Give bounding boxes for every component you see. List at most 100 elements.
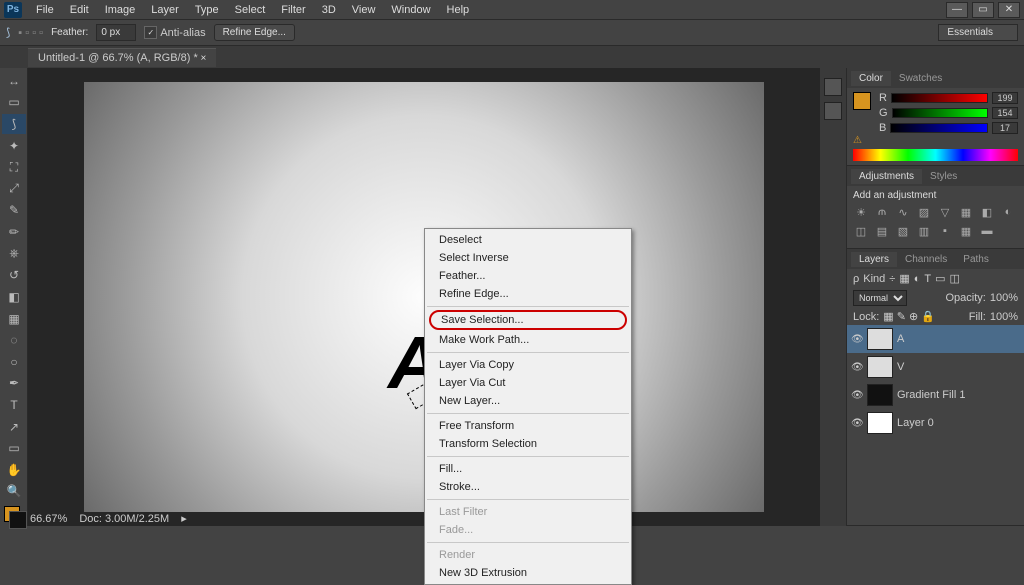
layer-row[interactable]: 👁 A — [847, 325, 1024, 353]
healing-tool[interactable]: ✎ — [2, 201, 26, 221]
invert-icon[interactable]: ▧ — [895, 225, 911, 239]
ctx-stroke[interactable]: Stroke... — [425, 478, 631, 496]
curves-icon[interactable]: ∿ — [895, 206, 911, 220]
r-slider[interactable] — [891, 93, 988, 103]
menu-view[interactable]: View — [344, 2, 384, 18]
b-value[interactable]: 17 — [992, 122, 1018, 134]
selective-icon[interactable]: ▦ — [958, 225, 974, 239]
shape-tool[interactable]: ▭ — [2, 438, 26, 458]
pen-tool[interactable]: ✒ — [2, 374, 26, 394]
filter-smart-icon[interactable]: ◫ — [950, 272, 960, 285]
feather-input[interactable] — [96, 24, 136, 41]
refine-edge-button[interactable]: Refine Edge... — [214, 24, 295, 41]
menu-layer[interactable]: Layer — [143, 2, 187, 18]
ctx-refine-edge[interactable]: Refine Edge... — [425, 285, 631, 303]
menu-select[interactable]: Select — [227, 2, 274, 18]
ctx-make-work-path[interactable]: Make Work Path... — [425, 331, 631, 349]
lookup-icon[interactable]: ▤ — [874, 225, 890, 239]
menu-edit[interactable]: Edit — [62, 2, 97, 18]
hue-icon[interactable]: ▦ — [958, 206, 974, 220]
menu-image[interactable]: Image — [97, 2, 144, 18]
filter-type-icon[interactable]: T — [924, 273, 931, 285]
dodge-tool[interactable]: ○ — [2, 352, 26, 372]
photofilter-icon[interactable]: ◐ — [1000, 206, 1016, 220]
tab-color[interactable]: Color — [851, 71, 891, 86]
ctx-select-inverse[interactable]: Select Inverse — [425, 249, 631, 267]
ctx-transform-selection[interactable]: Transform Selection — [425, 435, 631, 453]
mixer-icon[interactable]: ◫ — [853, 225, 869, 239]
levels-icon[interactable]: ⫙ — [874, 206, 890, 220]
menu-type[interactable]: Type — [187, 2, 227, 18]
tab-channels[interactable]: Channels — [897, 252, 955, 267]
ctx-fill[interactable]: Fill... — [425, 460, 631, 478]
visibility-icon[interactable]: 👁 — [851, 418, 863, 429]
opacity-value[interactable]: 100% — [990, 292, 1018, 304]
blend-mode-select[interactable]: Normal — [853, 290, 907, 306]
r-value[interactable]: 199 — [992, 92, 1018, 104]
filter-shape-icon[interactable]: ▭ — [935, 272, 945, 285]
chevron-right-icon[interactable]: ▸ — [181, 512, 187, 525]
fill-value[interactable]: 100% — [990, 311, 1018, 323]
lasso-tool[interactable]: ⟆ — [2, 114, 26, 134]
tab-adjustments[interactable]: Adjustments — [851, 169, 922, 184]
tab-paths[interactable]: Paths — [955, 252, 997, 267]
g-value[interactable]: 154 — [992, 107, 1018, 119]
threshold-icon[interactable]: ▪ — [937, 225, 953, 239]
posterize-icon[interactable]: ▥ — [916, 225, 932, 239]
color-swatch[interactable] — [4, 506, 20, 522]
stamp-tool[interactable]: ⎈ — [2, 244, 26, 264]
gradient-tool[interactable]: ▦ — [2, 309, 26, 329]
ctx-feather[interactable]: Feather... — [425, 267, 631, 285]
tab-styles[interactable]: Styles — [922, 169, 965, 184]
antialias-checkbox[interactable]: Anti-alias — [144, 26, 205, 39]
marquee-tool[interactable]: ▭ — [2, 93, 26, 113]
visibility-icon[interactable]: 👁 — [851, 390, 863, 401]
document-tab[interactable]: Untitled-1 @ 66.7% (A, RGB/8) * × — [28, 48, 216, 67]
ctx-layer-via-cut[interactable]: Layer Via Cut — [425, 374, 631, 392]
properties-panel-icon[interactable] — [824, 102, 842, 120]
vibrance-icon[interactable]: ▽ — [937, 206, 953, 220]
ctx-new-3d-extrusion[interactable]: New 3D Extrusion — [425, 564, 631, 582]
layer-row[interactable]: 👁 Gradient Fill 1 — [847, 381, 1024, 409]
brush-tool[interactable]: ✏ — [2, 222, 26, 242]
ctx-free-transform[interactable]: Free Transform — [425, 417, 631, 435]
tab-layers[interactable]: Layers — [851, 252, 897, 267]
menu-filter[interactable]: Filter — [273, 2, 313, 18]
ctx-deselect[interactable]: Deselect — [425, 231, 631, 249]
minimize-button[interactable]: — — [946, 2, 968, 18]
workspace-selector[interactable]: Essentials — [938, 24, 1018, 41]
exposure-icon[interactable]: ▨ — [916, 206, 932, 220]
history-brush-tool[interactable]: ↺ — [2, 265, 26, 285]
menu-help[interactable]: Help — [439, 2, 478, 18]
zoom-level[interactable]: 66.67% — [30, 513, 67, 525]
path-tool[interactable]: ↗ — [2, 417, 26, 437]
visibility-icon[interactable]: 👁 — [851, 334, 863, 345]
blur-tool[interactable]: ◌ — [2, 330, 26, 350]
foreground-color[interactable] — [853, 92, 871, 110]
color-spectrum[interactable] — [853, 149, 1018, 161]
brightness-icon[interactable]: ☀ — [853, 206, 869, 220]
bw-icon[interactable]: ◧ — [979, 206, 995, 220]
menu-window[interactable]: Window — [383, 2, 438, 18]
eyedropper-tool[interactable]: ⤢ — [2, 179, 26, 199]
zoom-tool[interactable]: 🔍 — [2, 482, 26, 502]
layer-row[interactable]: 👁 Layer 0 — [847, 409, 1024, 437]
wand-tool[interactable]: ✦ — [2, 136, 26, 156]
type-tool[interactable]: T — [2, 395, 26, 415]
menu-3d[interactable]: 3D — [314, 2, 344, 18]
menu-file[interactable]: File — [28, 2, 62, 18]
filter-pixel-icon[interactable]: ▦ — [899, 272, 909, 285]
ctx-save-selection[interactable]: Save Selection... — [429, 310, 627, 330]
eraser-tool[interactable]: ◧ — [2, 287, 26, 307]
g-slider[interactable] — [892, 108, 988, 118]
layer-row[interactable]: 👁 V — [847, 353, 1024, 381]
tab-swatches[interactable]: Swatches — [891, 71, 950, 86]
b-slider[interactable] — [890, 123, 988, 133]
gradientmap-icon[interactable]: ▬ — [979, 225, 995, 239]
ctx-layer-via-copy[interactable]: Layer Via Copy — [425, 356, 631, 374]
hand-tool[interactable]: ✋ — [2, 460, 26, 480]
maximize-button[interactable]: ▭ — [972, 2, 994, 18]
history-panel-icon[interactable] — [824, 78, 842, 96]
filter-adjust-icon[interactable]: ◐ — [914, 273, 921, 285]
ctx-new-layer[interactable]: New Layer... — [425, 392, 631, 410]
